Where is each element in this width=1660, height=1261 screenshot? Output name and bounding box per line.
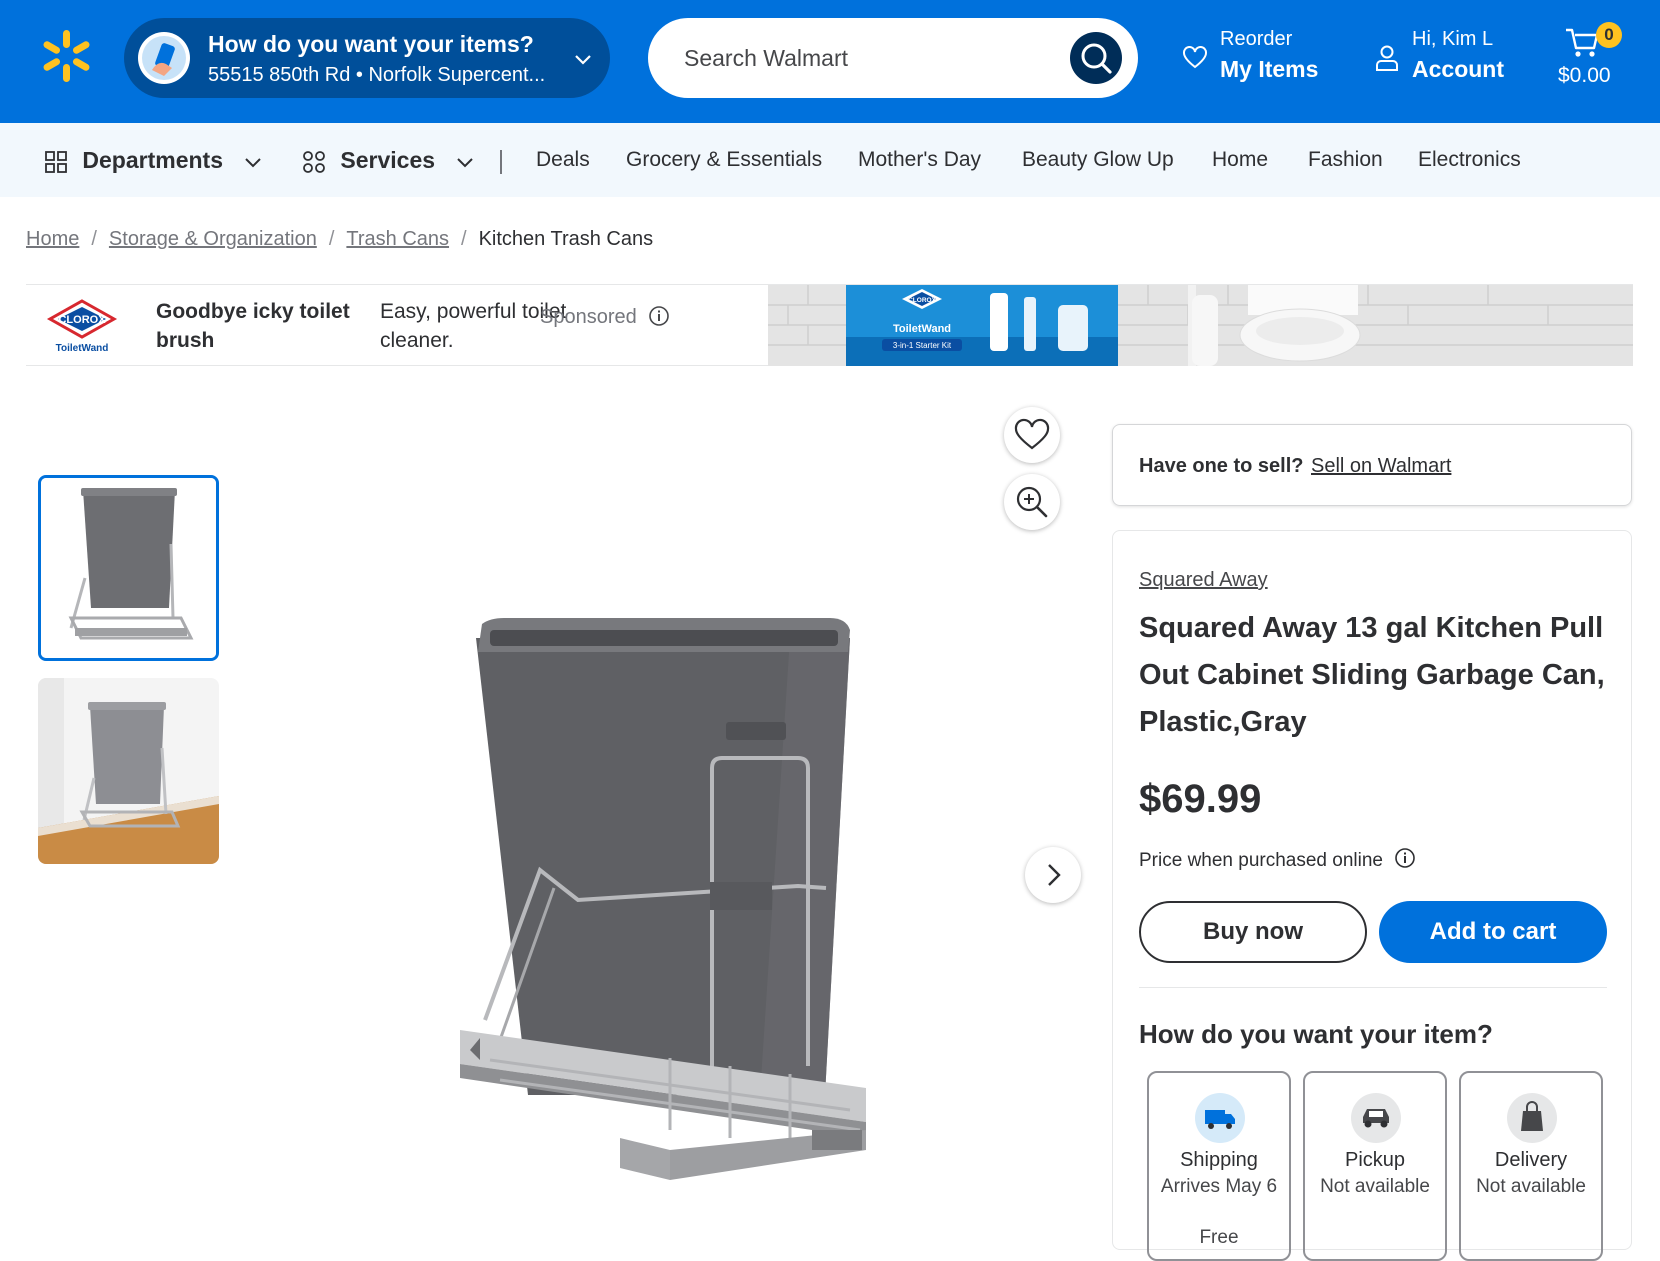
reorder-label: Reorder — [1220, 28, 1293, 50]
nav-link-mothers-day[interactable]: Mother's Day — [858, 123, 981, 197]
departments-menu[interactable]: Departments — [44, 123, 263, 197]
sell-question: Have one to sell? — [1139, 455, 1304, 477]
clorox-logo: CLOROX ToiletWand — [46, 299, 118, 354]
price-note: Price when purchased online — [1139, 847, 1416, 872]
buy-now-button[interactable]: Buy now — [1139, 901, 1367, 963]
product-info-panel: Squared Away Squared Away 13 gal Kitchen… — [1112, 530, 1632, 1261]
services-menu[interactable]: Services — [302, 123, 475, 197]
car-icon — [1351, 1093, 1401, 1143]
product-title: Squared Away 13 gal Kitchen Pull Out Cab… — [1139, 612, 1605, 738]
breadcrumb-separator: / — [328, 228, 335, 250]
chevron-down-icon — [457, 158, 474, 168]
services-icon — [303, 151, 325, 173]
add-to-favorites-button[interactable] — [1004, 407, 1060, 463]
next-image-button[interactable] — [1025, 847, 1081, 903]
fulfillment-avatar-icon — [138, 32, 190, 84]
heart-icon — [1014, 418, 1050, 450]
breadcrumb-current: Kitchen Trash Cans — [478, 228, 654, 250]
sponsored-label[interactable]: Sponsored — [540, 305, 670, 329]
heart-icon — [1183, 46, 1207, 69]
my-items-label: My Items — [1220, 56, 1319, 82]
fulfillment-address: 55515 850th Rd • Norfolk Supercent... — [208, 64, 546, 86]
cart-total: $0.00 — [1558, 64, 1611, 87]
zoom-in-icon — [1016, 486, 1048, 518]
shipping-fee: Free — [1199, 1227, 1239, 1248]
search-input[interactable] — [684, 38, 1044, 78]
shipping-status: Arrives May 6 — [1160, 1176, 1278, 1197]
breadcrumb: Home / Storage & Organization / Trash Cans / K… — [26, 228, 653, 251]
product-thumbnail-1[interactable] — [38, 475, 219, 661]
cart-icon — [1566, 28, 1599, 57]
breadcrumb-separator: / — [461, 228, 467, 250]
product-thumbnail-2[interactable] — [38, 678, 219, 864]
brand-link[interactable]: Squared Away — [1139, 569, 1268, 592]
search-icon — [1081, 43, 1112, 74]
price-note-text: Price when purchased online — [1139, 850, 1383, 871]
add-to-cart-button[interactable]: Add to cart — [1379, 901, 1607, 963]
ad-product-image: CLOROX ToiletWand 3-in-1 Starter Kit — [768, 285, 1633, 366]
shipping-label: Shipping — [1180, 1149, 1258, 1171]
fulfillment-option-pickup[interactable]: Pickup Not available — [1303, 1071, 1447, 1261]
reorder-my-items-link[interactable]: Reorder My Items — [1178, 26, 1330, 90]
info-icon[interactable] — [1394, 847, 1416, 869]
account-greeting: Hi, Kim L — [1412, 28, 1494, 50]
search-bar — [648, 18, 1138, 98]
breadcrumb-separator: / — [91, 228, 97, 250]
breadcrumb-storage[interactable]: Storage & Organization — [109, 228, 317, 250]
sponsored-text: Sponsored — [540, 306, 637, 328]
chevron-down-icon — [245, 158, 262, 168]
nav-link-beauty[interactable]: Beauty Glow Up — [1022, 123, 1174, 197]
svg-text:ToiletWand: ToiletWand — [56, 343, 109, 354]
departments-label: Departments — [82, 147, 223, 173]
nav-link-deals[interactable]: Deals — [536, 123, 590, 197]
svg-text:CLOROX: CLOROX — [908, 297, 936, 304]
cart-button[interactable]: 0 $0.00 — [1552, 18, 1628, 98]
divider — [1139, 987, 1607, 988]
sell-on-walmart-box: Have one to sell? Sell on Walmart — [1112, 424, 1632, 506]
ad-headline: Goodbye icky toilet brush — [156, 300, 350, 352]
delivery-status: Not available — [1476, 1176, 1586, 1197]
nav-link-electronics[interactable]: Electronics — [1418, 123, 1521, 197]
sponsored-ad-banner[interactable]: CLOROX ToiletWand Goodbye icky toilet br… — [26, 284, 1633, 366]
breadcrumb-home[interactable]: Home — [26, 228, 79, 250]
account-link[interactable]: Hi, Kim L Account — [1370, 26, 1510, 90]
fulfillment-option-shipping[interactable]: Shipping Arrives May 6 Free — [1147, 1071, 1291, 1261]
thumbnail-trash-can-image — [41, 478, 216, 658]
main-product-image — [460, 618, 866, 1180]
user-icon — [1376, 45, 1398, 71]
product-price: $69.99 — [1139, 777, 1262, 821]
bag-icon — [1507, 1093, 1557, 1143]
fulfillment-title: How do you want your items? — [208, 31, 534, 57]
breadcrumb-trash-cans[interactable]: Trash Cans — [346, 228, 449, 250]
nav-divider — [500, 150, 502, 174]
fulfillment-selector[interactable]: How do you want your items? 55515 850th … — [124, 18, 610, 98]
nav-link-grocery[interactable]: Grocery & Essentials — [626, 123, 822, 197]
fulfillment-question: How do you want your item? — [1139, 1019, 1493, 1049]
walmart-spark-logo[interactable] — [38, 28, 94, 84]
sell-on-walmart-link[interactable]: Sell on Walmart — [1311, 455, 1451, 478]
cart-count-badge: 0 — [1596, 22, 1622, 48]
svg-text:CLOROX: CLOROX — [58, 314, 106, 326]
account-label: Account — [1412, 56, 1504, 82]
svg-text:3-in-1 Starter Kit: 3-in-1 Starter Kit — [893, 341, 952, 350]
services-label: Services — [340, 147, 436, 173]
secondary-nav: Departments Services Deals Grocery & Ess… — [0, 123, 1660, 197]
chevron-down-icon — [575, 55, 591, 65]
top-header: How do you want your items? 55515 850th … — [0, 0, 1660, 123]
pickup-status: Not available — [1320, 1176, 1430, 1197]
nav-link-fashion[interactable]: Fashion — [1308, 123, 1383, 197]
nav-link-home[interactable]: Home — [1212, 123, 1268, 197]
search-button[interactable] — [1070, 32, 1122, 84]
delivery-label: Delivery — [1494, 1149, 1568, 1171]
fulfillment-option-delivery[interactable]: Delivery Not available — [1459, 1071, 1603, 1261]
truck-icon — [1195, 1093, 1245, 1143]
chevron-right-icon — [1048, 864, 1061, 886]
grid-icon — [45, 151, 67, 173]
thumbnail-installed-image — [38, 678, 219, 864]
info-icon — [649, 306, 670, 326]
pickup-label: Pickup — [1344, 1149, 1406, 1171]
svg-text:ToiletWand: ToiletWand — [893, 323, 951, 335]
zoom-button[interactable] — [1004, 474, 1060, 530]
